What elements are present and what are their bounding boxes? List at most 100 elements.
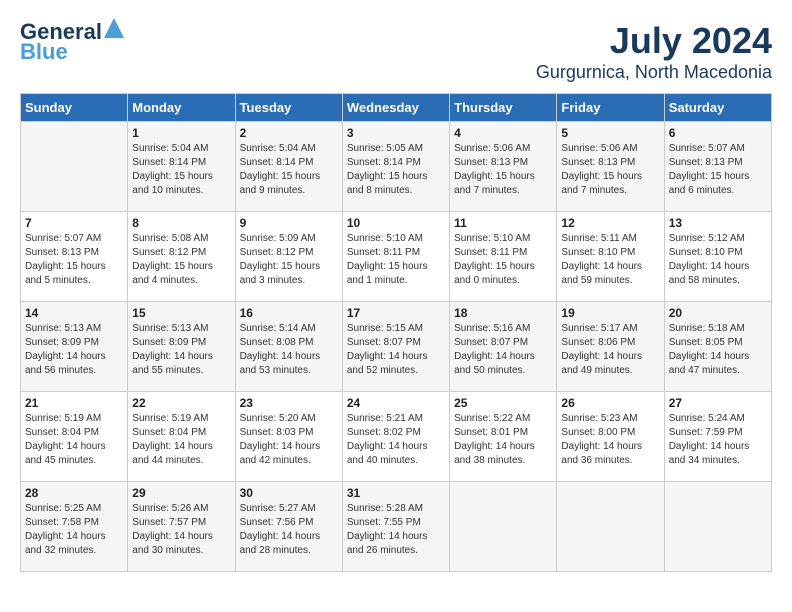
calendar-cell [450, 482, 557, 572]
day-info: Sunrise: 5:17 AM Sunset: 8:06 PM Dayligh… [561, 322, 659, 378]
calendar-header-row: SundayMondayTuesdayWednesdayThursdayFrid… [21, 94, 772, 122]
calendar-cell: 28 Sunrise: 5:25 AM Sunset: 7:58 PM Dayli… [21, 482, 128, 572]
calendar-week-row: 14 Sunrise: 5:13 AM Sunset: 8:09 PM Dayli… [21, 302, 772, 392]
day-info: Sunrise: 5:25 AM Sunset: 7:58 PM Dayligh… [25, 502, 123, 558]
day-info: Sunrise: 5:06 AM Sunset: 8:13 PM Dayligh… [454, 142, 552, 198]
calendar-cell: 6Sunrise: 5:07 AM Sunset: 8:13 PM Daylig… [664, 122, 771, 212]
day-number: 9 [240, 216, 338, 230]
day-number: 23 [240, 396, 338, 410]
day-info: Sunrise: 5:23 AM Sunset: 8:00 PM Dayligh… [561, 412, 659, 468]
day-info: Sunrise: 5:14 AM Sunset: 8:08 PM Dayligh… [240, 322, 338, 378]
day-number: 30 [240, 486, 338, 500]
calendar-cell [557, 482, 664, 572]
day-number: 1 [132, 126, 230, 140]
day-number: 15 [132, 306, 230, 320]
calendar-cell: 24 Sunrise: 5:21 AM Sunset: 8:02 PM Dayli… [342, 392, 449, 482]
day-info: Sunrise: 5:28 AM Sunset: 7:55 PM Dayligh… [347, 502, 445, 558]
day-number: 11 [454, 216, 552, 230]
calendar-cell: 18Sunrise: 5:16 AM Sunset: 8:07 PM Dayli… [450, 302, 557, 392]
day-number: 10 [347, 216, 445, 230]
calendar-cell: 2 Sunrise: 5:04 AM Sunset: 8:14 PM Daylig… [235, 122, 342, 212]
calendar-week-row: 7Sunrise: 5:07 AM Sunset: 8:13 PM Daylig… [21, 212, 772, 302]
day-info: Sunrise: 5:18 AM Sunset: 8:05 PM Dayligh… [669, 322, 767, 378]
calendar-cell: 1 Sunrise: 5:04 AM Sunset: 8:14 PM Daylig… [128, 122, 235, 212]
calendar-cell: 17 Sunrise: 5:15 AM Sunset: 8:07 PM Dayli… [342, 302, 449, 392]
calendar-cell: 8 Sunrise: 5:08 AM Sunset: 8:12 PM Daylig… [128, 212, 235, 302]
page-header: General Blue July 2024 Gurgurnica, North… [20, 20, 772, 83]
day-info: Sunrise: 5:15 AM Sunset: 8:07 PM Dayligh… [347, 322, 445, 378]
calendar-week-row: 1 Sunrise: 5:04 AM Sunset: 8:14 PM Daylig… [21, 122, 772, 212]
day-info: Sunrise: 5:21 AM Sunset: 8:02 PM Dayligh… [347, 412, 445, 468]
day-number: 20 [669, 306, 767, 320]
calendar-cell: 19 Sunrise: 5:17 AM Sunset: 8:06 PM Dayli… [557, 302, 664, 392]
day-info: Sunrise: 5:08 AM Sunset: 8:12 PM Dayligh… [132, 232, 230, 288]
day-number: 31 [347, 486, 445, 500]
day-number: 17 [347, 306, 445, 320]
day-number: 14 [25, 306, 123, 320]
day-info: Sunrise: 5:24 AM Sunset: 7:59 PM Dayligh… [669, 412, 767, 468]
title-block: July 2024 Gurgurnica, North Macedonia [536, 20, 772, 83]
day-number: 19 [561, 306, 659, 320]
logo: General Blue [20, 20, 124, 64]
calendar-cell: 14 Sunrise: 5:13 AM Sunset: 8:09 PM Dayli… [21, 302, 128, 392]
calendar-cell: 9 Sunrise: 5:09 AM Sunset: 8:12 PM Daylig… [235, 212, 342, 302]
day-number: 27 [669, 396, 767, 410]
calendar-week-row: 28 Sunrise: 5:25 AM Sunset: 7:58 PM Dayli… [21, 482, 772, 572]
day-number: 24 [347, 396, 445, 410]
header-sunday: Sunday [21, 94, 128, 122]
day-info: Sunrise: 5:26 AM Sunset: 7:57 PM Dayligh… [132, 502, 230, 558]
day-info: Sunrise: 5:20 AM Sunset: 8:03 PM Dayligh… [240, 412, 338, 468]
day-number: 25 [454, 396, 552, 410]
day-number: 13 [669, 216, 767, 230]
day-info: Sunrise: 5:10 AM Sunset: 8:11 PM Dayligh… [347, 232, 445, 288]
day-info: Sunrise: 5:10 AM Sunset: 8:11 PM Dayligh… [454, 232, 552, 288]
calendar-cell: 11 Sunrise: 5:10 AM Sunset: 8:11 PM Dayli… [450, 212, 557, 302]
calendar-cell: 21Sunrise: 5:19 AM Sunset: 8:04 PM Dayli… [21, 392, 128, 482]
day-info: Sunrise: 5:07 AM Sunset: 8:13 PM Dayligh… [669, 142, 767, 198]
header-tuesday: Tuesday [235, 94, 342, 122]
day-info: Sunrise: 5:13 AM Sunset: 8:09 PM Dayligh… [25, 322, 123, 378]
day-number: 8 [132, 216, 230, 230]
header-monday: Monday [128, 94, 235, 122]
header-friday: Friday [557, 94, 664, 122]
calendar-cell [21, 122, 128, 212]
day-number: 26 [561, 396, 659, 410]
day-number: 2 [240, 126, 338, 140]
logo-blue: Blue [20, 40, 68, 64]
calendar-week-row: 21Sunrise: 5:19 AM Sunset: 8:04 PM Dayli… [21, 392, 772, 482]
calendar-cell: 7Sunrise: 5:07 AM Sunset: 8:13 PM Daylig… [21, 212, 128, 302]
calendar-cell: 30 Sunrise: 5:27 AM Sunset: 7:56 PM Dayli… [235, 482, 342, 572]
header-thursday: Thursday [450, 94, 557, 122]
day-number: 28 [25, 486, 123, 500]
calendar-cell: 10 Sunrise: 5:10 AM Sunset: 8:11 PM Dayli… [342, 212, 449, 302]
day-number: 12 [561, 216, 659, 230]
calendar-cell: 27 Sunrise: 5:24 AM Sunset: 7:59 PM Dayli… [664, 392, 771, 482]
calendar-cell: 25 Sunrise: 5:22 AM Sunset: 8:01 PM Dayli… [450, 392, 557, 482]
day-info: Sunrise: 5:04 AM Sunset: 8:14 PM Dayligh… [240, 142, 338, 198]
location-title: Gurgurnica, North Macedonia [536, 62, 772, 83]
calendar-cell: 3Sunrise: 5:05 AM Sunset: 8:14 PM Daylig… [342, 122, 449, 212]
day-info: Sunrise: 5:27 AM Sunset: 7:56 PM Dayligh… [240, 502, 338, 558]
calendar-cell: 15Sunrise: 5:13 AM Sunset: 8:09 PM Dayli… [128, 302, 235, 392]
calendar-cell: 13Sunrise: 5:12 AM Sunset: 8:10 PM Dayli… [664, 212, 771, 302]
calendar-cell: 23 Sunrise: 5:20 AM Sunset: 8:03 PM Dayli… [235, 392, 342, 482]
day-info: Sunrise: 5:09 AM Sunset: 8:12 PM Dayligh… [240, 232, 338, 288]
calendar-cell: 20 Sunrise: 5:18 AM Sunset: 8:05 PM Dayli… [664, 302, 771, 392]
header-wednesday: Wednesday [342, 94, 449, 122]
day-info: Sunrise: 5:04 AM Sunset: 8:14 PM Dayligh… [132, 142, 230, 198]
day-number: 16 [240, 306, 338, 320]
calendar-cell: 4 Sunrise: 5:06 AM Sunset: 8:13 PM Daylig… [450, 122, 557, 212]
day-info: Sunrise: 5:22 AM Sunset: 8:01 PM Dayligh… [454, 412, 552, 468]
day-number: 21 [25, 396, 123, 410]
calendar-cell: 22Sunrise: 5:19 AM Sunset: 8:04 PM Dayli… [128, 392, 235, 482]
calendar-cell: 16 Sunrise: 5:14 AM Sunset: 8:08 PM Dayli… [235, 302, 342, 392]
day-number: 5 [561, 126, 659, 140]
logo-arrow-icon [104, 18, 124, 38]
calendar-cell [664, 482, 771, 572]
day-number: 29 [132, 486, 230, 500]
calendar-cell: 5Sunrise: 5:06 AM Sunset: 8:13 PM Daylig… [557, 122, 664, 212]
calendar-cell: 29 Sunrise: 5:26 AM Sunset: 7:57 PM Dayli… [128, 482, 235, 572]
day-number: 4 [454, 126, 552, 140]
day-number: 3 [347, 126, 445, 140]
calendar-cell: 26 Sunrise: 5:23 AM Sunset: 8:00 PM Dayli… [557, 392, 664, 482]
